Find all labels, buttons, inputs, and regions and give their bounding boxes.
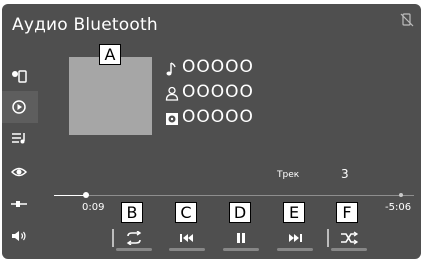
pause-button[interactable]	[221, 225, 261, 251]
callout-f: F	[336, 202, 358, 223]
sidebar-item-volume[interactable]	[2, 220, 38, 252]
shuffle-icon	[341, 231, 359, 245]
next-track-button[interactable]	[275, 225, 315, 251]
track-number: 3	[341, 167, 349, 181]
shuffle-button[interactable]	[329, 225, 369, 251]
playlist-icon	[12, 133, 25, 144]
album-disc-icon	[166, 113, 178, 125]
album-name: OOOOO	[182, 107, 254, 127]
next-track-icon	[289, 234, 302, 242]
sidebar-item-device[interactable]	[2, 60, 38, 92]
next-track-highlight	[277, 248, 313, 251]
album-art	[69, 57, 152, 135]
elapsed-time: 0:09	[82, 202, 105, 213]
volume-icon	[12, 231, 26, 241]
previous-track-button[interactable]	[167, 225, 207, 251]
equalizer-slider-icon	[11, 201, 27, 207]
song-title: OOOOO	[182, 57, 254, 77]
phone-device-icon	[12, 70, 27, 83]
repeat-button[interactable]	[114, 225, 154, 251]
sidebar	[2, 60, 38, 250]
previous-track-highlight	[169, 248, 205, 251]
callout-a: A	[99, 44, 121, 65]
play-source-icon	[12, 100, 26, 114]
audio-screen: Аудио Bluetooth A OOOOO OOOOO OOOOO Трек…	[2, 4, 421, 259]
music-note-icon	[166, 62, 176, 76]
callout-b: B	[121, 202, 143, 223]
track-label: Трек	[277, 170, 300, 180]
sidebar-item-playlist[interactable]	[2, 122, 38, 154]
progress-bar[interactable]	[54, 195, 414, 196]
sidebar-item-source[interactable]	[2, 91, 38, 123]
progress-end-marker	[399, 193, 403, 197]
previous-track-icon	[180, 234, 193, 242]
remaining-time: -5:06	[385, 202, 412, 213]
progress-knob[interactable]	[83, 192, 90, 198]
shuffle-button-highlight	[331, 248, 367, 251]
callout-c: C	[175, 202, 197, 223]
page-title: Аудио Bluetooth	[12, 15, 158, 35]
artist-name: OOOOO	[182, 82, 254, 102]
pause-button-highlight	[223, 248, 259, 251]
callout-e: E	[283, 202, 305, 223]
eye-icon	[11, 167, 28, 177]
pause-icon	[237, 233, 245, 243]
sidebar-item-view[interactable]	[2, 156, 38, 188]
no-phone-signal-icon	[400, 13, 414, 27]
callout-d: D	[229, 202, 251, 223]
progress-fill	[54, 195, 87, 196]
sidebar-item-sound-settings[interactable]	[2, 188, 38, 220]
repeat-button-highlight	[116, 248, 152, 251]
repeat-icon	[126, 231, 142, 245]
artist-icon	[165, 86, 179, 101]
